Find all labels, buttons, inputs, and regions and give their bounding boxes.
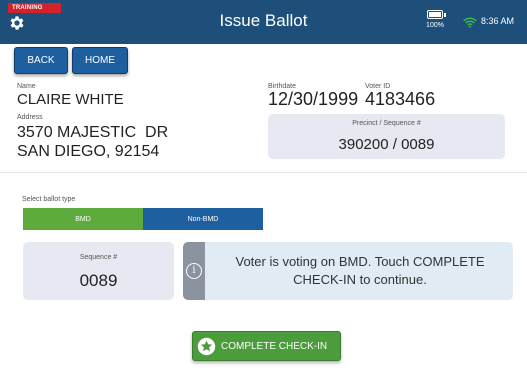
address-label: Address	[17, 114, 43, 121]
sequence-label: Sequence #	[79, 254, 118, 261]
battery-indicator: 100%	[425, 10, 446, 29]
page-title: Issue Ballot	[219, 11, 308, 30]
ballot-type-bmd[interactable]: BMD	[23, 208, 143, 230]
battery-icon	[427, 10, 446, 19]
precinct-value: 390200 / 0089	[338, 136, 435, 153]
battery-percent: 100%	[426, 22, 444, 29]
back-button[interactable]: BACK	[14, 47, 68, 74]
info-strip: i	[183, 242, 205, 300]
top-bar: TRAINING Issue Ballot 100% 8:36 AM	[0, 0, 527, 44]
address-line2: SAN DIEGO, 92154	[17, 143, 160, 160]
address-line1: 3570 MAJESTIC DR	[17, 124, 169, 141]
info-message: Voter is voting on BMD. Touch COMPLETE C…	[235, 254, 485, 287]
voter-id-value: 4183466	[365, 89, 436, 109]
precinct-label: Precinct / Sequence #	[352, 120, 421, 127]
precinct-sequence-box: Precinct / Sequence # 390200 / 0089	[268, 114, 505, 159]
complete-check-in-button[interactable]: COMPLETE CHECK-IN	[192, 331, 341, 361]
info-message-box: i Voter is voting on BMD. Touch COMPLETE…	[183, 242, 513, 300]
sequence-box: Sequence # 0089	[23, 242, 174, 300]
birthdate-value: 12/30/1999	[268, 89, 359, 109]
info-icon: i	[186, 263, 202, 279]
name-label: Name	[17, 83, 36, 90]
ballot-type-non-bmd[interactable]: Non-BMD	[143, 208, 263, 230]
star-icon	[197, 337, 216, 355]
sequence-value: 0089	[79, 271, 118, 290]
clock: 8:36 AM	[481, 16, 515, 26]
home-button[interactable]: HOME	[72, 47, 128, 74]
ballot-type-label: Select ballot type	[22, 196, 76, 203]
wifi-icon	[463, 17, 477, 28]
complete-check-in-label: COMPLETE CHECK-IN	[221, 340, 328, 352]
divider	[0, 172, 527, 173]
voter-name: CLAIRE WHITE	[17, 91, 124, 108]
